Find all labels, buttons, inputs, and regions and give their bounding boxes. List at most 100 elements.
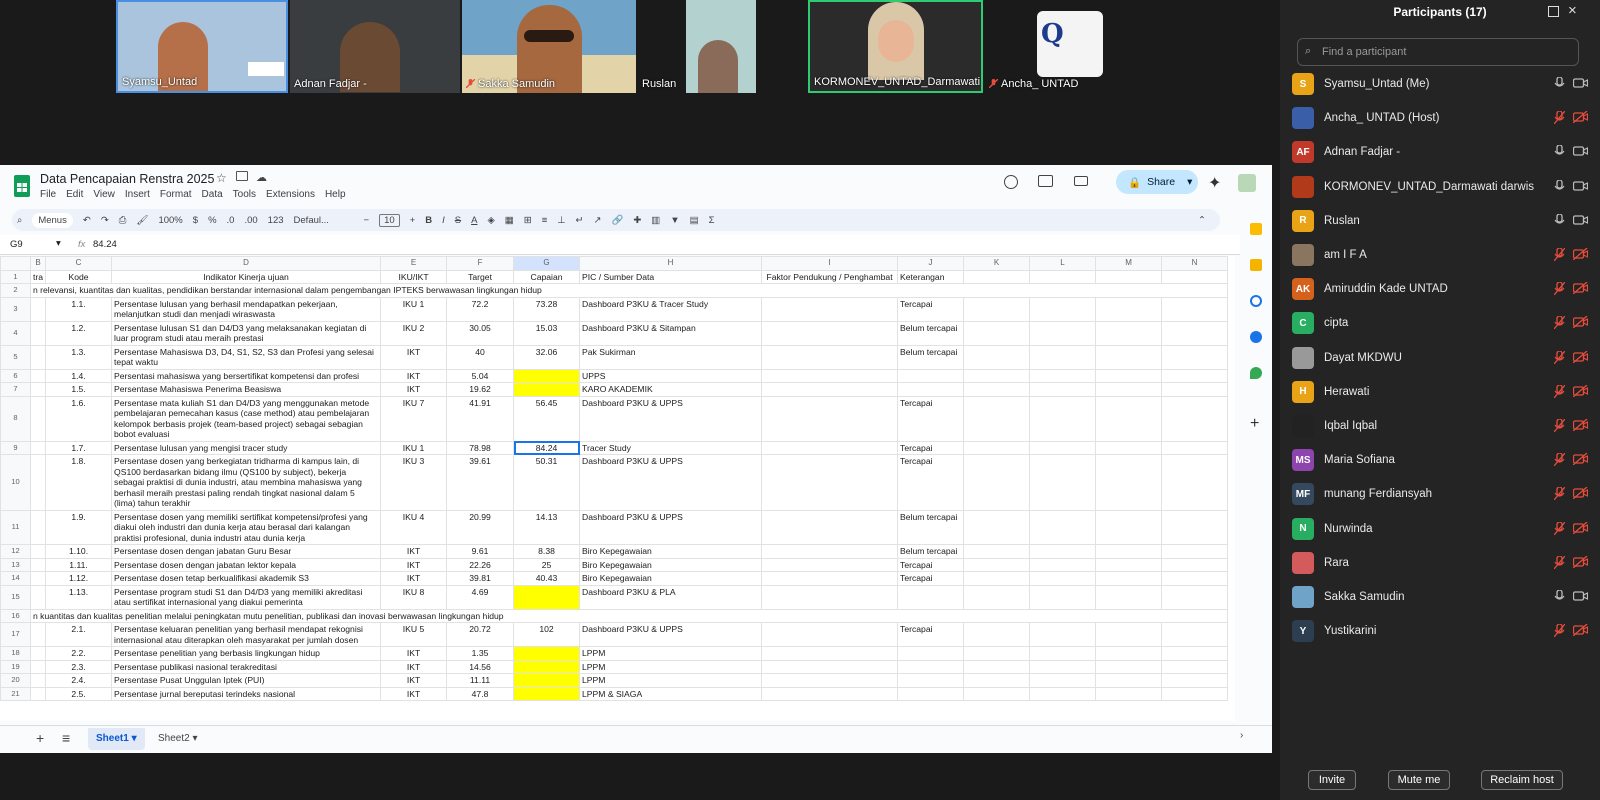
column-header[interactable]: F (446, 256, 515, 271)
cell[interactable] (29, 622, 47, 647)
cell-kode[interactable]: 2.2. (45, 646, 113, 661)
participant-row[interactable]: am I F A (1292, 238, 1592, 272)
cell-iku[interactable]: IKT (380, 673, 448, 688)
cell-kode[interactable]: 1.7. (45, 440, 113, 455)
row-number[interactable]: 21 (0, 686, 31, 701)
cell-keterangan[interactable] (897, 368, 965, 383)
cell-pic[interactable]: Biro Kepegawaian (579, 544, 763, 559)
reclaim-host-button[interactable]: Reclaim host (1481, 770, 1563, 790)
participant-row[interactable]: N Nurwinda (1292, 512, 1592, 546)
cell-kode[interactable]: 1.10. (45, 544, 113, 559)
cell-keterangan[interactable] (897, 382, 965, 397)
explore-arrow-icon[interactable]: › (1240, 730, 1243, 741)
add-addon-icon[interactable]: + (1250, 415, 1259, 433)
cell-capaian[interactable] (513, 659, 581, 674)
cell[interactable] (1161, 382, 1229, 397)
cell-indikator[interactable]: Persentase lulusan yang berhasil mendapa… (111, 296, 382, 322)
participant-row[interactable]: Rara (1292, 546, 1592, 580)
invite-button[interactable]: Invite (1308, 770, 1356, 790)
cell-pic[interactable]: Dashboard P3KU & Sitampan (579, 320, 763, 346)
cell[interactable] (963, 454, 1031, 511)
cell-keterangan[interactable] (897, 584, 965, 610)
cell-kode[interactable]: 1.13. (45, 584, 113, 610)
cell[interactable] (963, 269, 1031, 284)
cell-capaian[interactable]: 40.43 (513, 571, 581, 586)
cell-keterangan[interactable]: Tercapai (897, 571, 965, 586)
cell-keterangan[interactable]: Belum tercapai (897, 509, 965, 545)
cell-target[interactable]: 47.8 (446, 686, 515, 701)
row-number[interactable]: 13 (0, 557, 31, 572)
cell-iku[interactable]: IKT (380, 686, 448, 701)
cell[interactable]: IKU/IKT (380, 269, 448, 284)
cell[interactable] (1029, 571, 1097, 586)
cell[interactable] (761, 659, 899, 674)
cell[interactable] (1095, 673, 1163, 688)
row-number[interactable]: 5 (0, 344, 31, 370)
column-header[interactable]: B (29, 256, 47, 271)
participant-row[interactable]: MF munang Ferdiansyah (1292, 477, 1592, 511)
align-vertical-icon[interactable]: ⊥ (557, 215, 565, 226)
cell[interactable] (761, 509, 899, 545)
cell[interactable] (761, 557, 899, 572)
cell-iku[interactable]: IKU 2 (380, 320, 448, 346)
cell-keterangan[interactable]: Belum tercapai (897, 544, 965, 559)
cell-kode[interactable]: 1.5. (45, 382, 113, 397)
cell[interactable] (1161, 509, 1229, 545)
insert-comment-icon[interactable]: ✚ (633, 215, 641, 226)
menu-data[interactable]: Data (202, 189, 223, 200)
paint-format-icon[interactable]: 🖌 (136, 215, 148, 226)
cell-capaian[interactable] (513, 673, 581, 688)
cell-indikator[interactable]: Persentase Mahasiswa Penerima Beasiswa (111, 382, 382, 397)
star-icon[interactable]: ☆ (216, 171, 227, 185)
popout-icon[interactable] (1548, 6, 1559, 17)
cell-indikator[interactable]: Persentasi mahasiswa yang bersertifikat … (111, 368, 382, 383)
cell[interactable] (1161, 544, 1229, 559)
avatar[interactable] (1238, 174, 1256, 192)
participant-row[interactable]: Sakka Samudin (1292, 580, 1592, 614)
cell-iku[interactable]: IKU 3 (380, 454, 448, 511)
cell-indikator[interactable]: Persentase dosen dengan jabatan lektor k… (111, 557, 382, 572)
cell-capaian[interactable] (513, 368, 581, 383)
cell[interactable] (761, 368, 899, 383)
cell-target[interactable]: 78.98 (446, 440, 515, 455)
column-header[interactable]: I (761, 256, 899, 271)
menu-edit[interactable]: Edit (66, 189, 83, 200)
cell[interactable] (1095, 296, 1163, 322)
cell-iku[interactable]: IKT (380, 544, 448, 559)
participant-row[interactable]: AF Adnan Fadjar - (1292, 135, 1592, 169)
column-header[interactable]: N (1161, 256, 1229, 271)
cell-iku[interactable]: IKT (380, 382, 448, 397)
zoom-select[interactable]: 100% (158, 215, 182, 226)
cell[interactable] (761, 571, 899, 586)
cell-iku[interactable]: IKU 4 (380, 509, 448, 545)
cell[interactable] (1095, 686, 1163, 701)
close-icon[interactable]: × (1568, 2, 1577, 19)
cell[interactable] (963, 344, 1031, 370)
print-icon[interactable]: ⎙ (119, 215, 127, 226)
cell-target[interactable]: 19.62 (446, 382, 515, 397)
cell[interactable] (1095, 509, 1163, 545)
cell-kode[interactable]: 1.9. (45, 509, 113, 545)
merge-cells-icon[interactable]: ⊞ (524, 215, 532, 226)
cell[interactable] (1095, 659, 1163, 674)
undo-icon[interactable]: ↶ (83, 215, 91, 226)
row-number[interactable]: 15 (0, 584, 31, 610)
cell[interactable] (761, 296, 899, 322)
menu-help[interactable]: Help (325, 189, 346, 200)
participant-row[interactable]: S Syamsu_Untad (Me) (1292, 67, 1592, 101)
column-header[interactable]: D (111, 256, 382, 271)
cell-pic[interactable]: Dashboard P3KU & UPPS (579, 454, 763, 511)
cell[interactable] (1161, 269, 1229, 284)
cell-indikator[interactable]: Persentase penelitian yang berbasis ling… (111, 646, 382, 661)
cell[interactable] (963, 571, 1031, 586)
cell-capaian[interactable]: 25 (513, 557, 581, 572)
cell[interactable] (1029, 646, 1097, 661)
cell-indikator[interactable]: Persentase lulusan yang mengisi tracer s… (111, 440, 382, 455)
redo-icon[interactable]: ↷ (101, 215, 109, 226)
cell-target[interactable]: 20.72 (446, 622, 515, 647)
cell-target[interactable]: 20.99 (446, 509, 515, 545)
cell[interactable] (29, 440, 47, 455)
increase-decimal-button[interactable]: .00 (244, 215, 257, 226)
participant-row[interactable]: AK Amiruddin Kade UNTAD (1292, 272, 1592, 306)
cell-target[interactable]: 5.04 (446, 368, 515, 383)
